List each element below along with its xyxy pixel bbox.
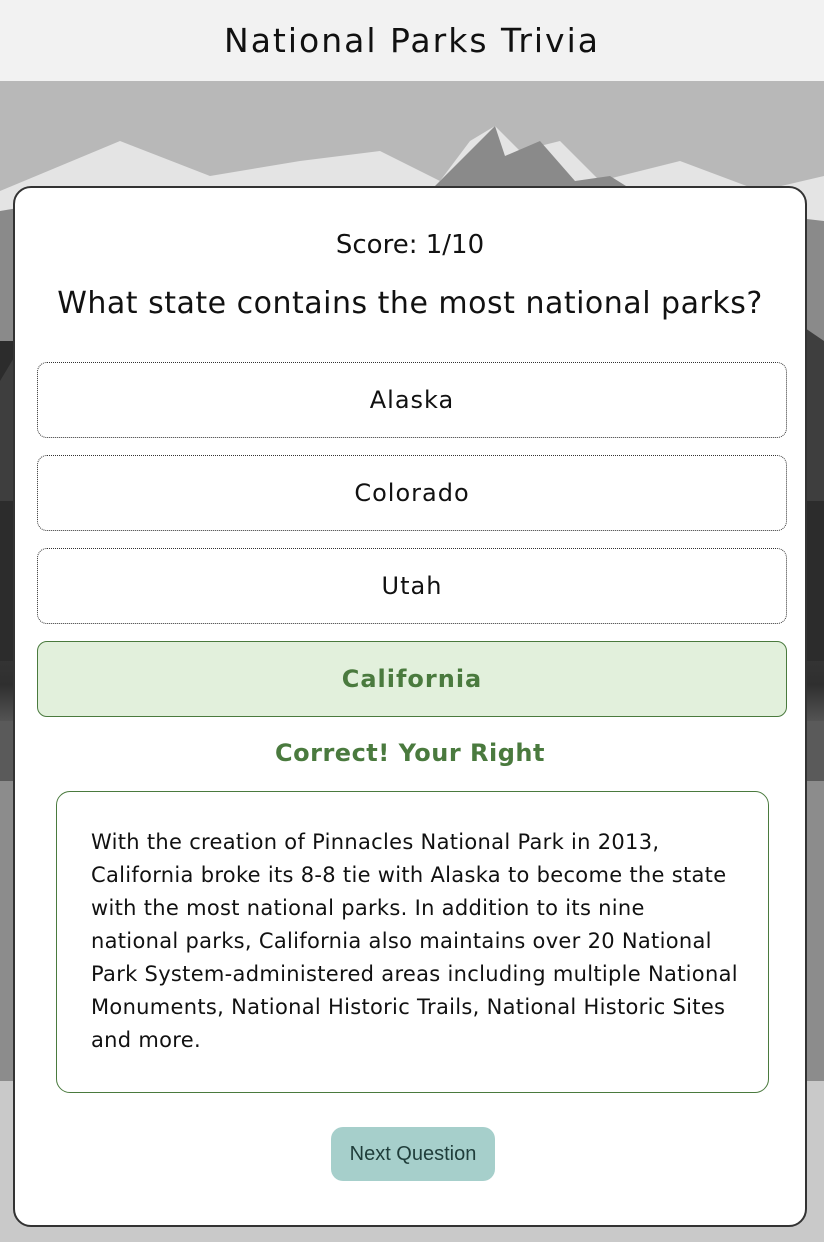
question-text: What state contains the most national pa…: [57, 286, 763, 321]
explanation-text: With the creation of Pinnacles National …: [91, 830, 738, 1052]
quiz-card: Score: 1/10 What state contains the most…: [13, 186, 807, 1227]
answer-option-colorado[interactable]: Colorado: [37, 455, 787, 531]
feedback-message: Correct! Your Right: [275, 739, 545, 767]
page: National Parks Trivia Score: 1/10 What s…: [0, 0, 824, 1242]
score-display: Score: 1/10: [335, 230, 485, 260]
answer-option-alaska[interactable]: Alaska: [37, 362, 787, 438]
answer-option-california[interactable]: California: [37, 641, 787, 717]
explanation-box: With the creation of Pinnacles National …: [56, 791, 769, 1093]
next-question-button[interactable]: Next Question: [331, 1127, 495, 1181]
answer-option-utah[interactable]: Utah: [37, 548, 787, 624]
app-header: National Parks Trivia: [0, 0, 824, 81]
app-title: National Parks Trivia: [224, 21, 600, 60]
